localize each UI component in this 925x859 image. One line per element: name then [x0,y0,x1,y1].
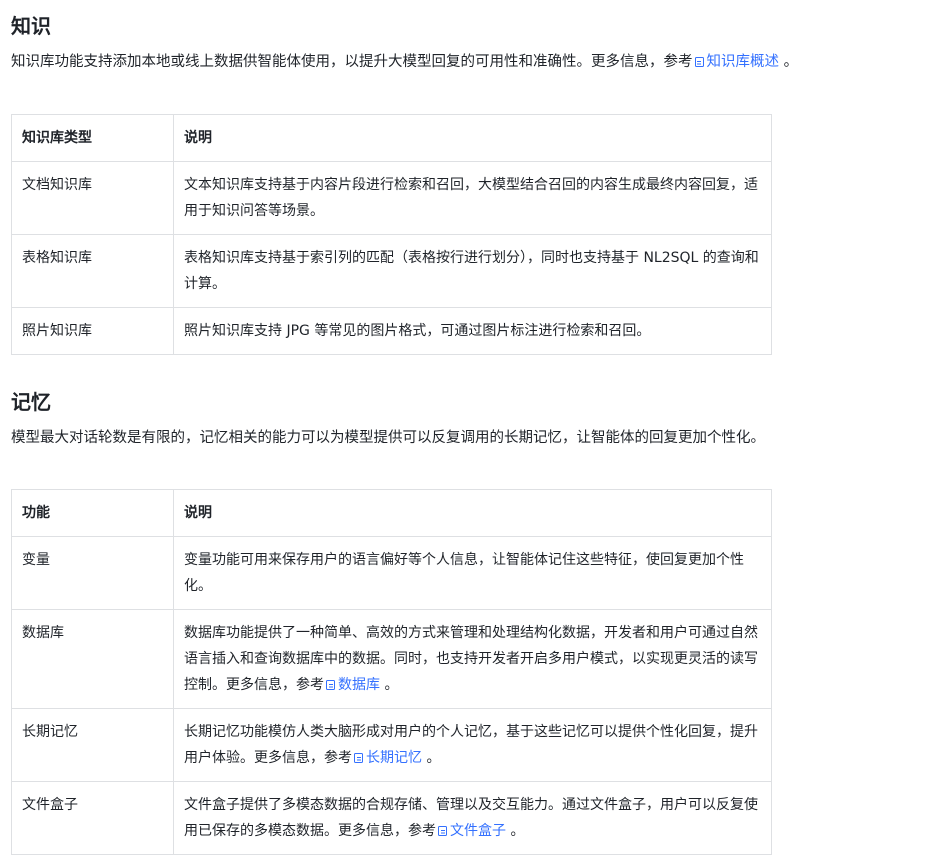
table-header-row: 知识库类型 说明 [11,114,772,162]
memory-section-title: 记忆 [11,390,51,414]
row-desc-suffix: 。 [422,750,441,766]
row-name-cell: 照片知识库 [11,307,174,355]
row-name-cell: 数据库 [11,609,174,709]
table-row: 长期记忆 长期记忆功能模仿人类大脑形成对用户的个人记忆，基于这些记忆可以提供个性… [11,708,772,782]
row-desc-text: 长期记忆功能模仿人类大脑形成对用户的个人记忆，基于这些记忆可以提供个性化回复，提… [184,724,758,766]
row-desc-suffix: 。 [506,823,525,839]
row-desc-cell: 文本知识库支持基于内容片段进行检索和召回，大模型结合召回的内容生成最终内容回复，… [173,161,772,235]
table-row: 表格知识库 表格知识库支持基于索引列的匹配（表格按行进行划分），同时也支持基于 … [11,234,772,308]
table-row: 变量 变量功能可用来保存用户的语言偏好等个人信息，让智能体记住这些特征，使回复更… [11,536,772,610]
table-header-cell: 功能 [11,489,174,537]
document-link-icon [694,57,704,67]
table-row: 文件盒子 文件盒子提供了多模态数据的合规存储、管理以及交互能力。通过文件盒子，用… [11,781,772,855]
table-header-row: 功能 说明 [11,489,772,537]
table-header-cell: 知识库类型 [11,114,174,162]
row-desc-cell: 表格知识库支持基于索引列的匹配（表格按行进行划分），同时也支持基于 NL2SQL… [173,234,772,308]
row-name-cell: 文档知识库 [11,161,174,235]
knowledge-overview-link[interactable]: 知识库概述 [693,54,780,70]
table-row: 照片知识库 照片知识库支持 JPG 等常见的图片格式，可通过图片标注进行检索和召… [11,307,772,355]
table-row: 文档知识库 文本知识库支持基于内容片段进行检索和召回，大模型结合召回的内容生成最… [11,161,772,235]
database-doc-link-label: 数据库 [338,677,380,693]
file-box-doc-link-label: 文件盒子 [450,823,506,839]
row-name-cell: 变量 [11,536,174,610]
document-link-icon [326,680,335,690]
row-desc-cell: 照片知识库支持 JPG 等常见的图片格式，可通过图片标注进行检索和召回。 [173,307,772,355]
row-name-cell: 表格知识库 [11,234,174,308]
row-desc-cell: 数据库功能提供了一种简单、高效的方式来管理和处理结构化数据，开发者和用户可通过自… [173,609,772,709]
knowledge-desc-suffix: 。 [779,54,799,70]
table-row: 数据库 数据库功能提供了一种简单、高效的方式来管理和处理结构化数据，开发者和用户… [11,609,772,709]
knowledge-desc-text: 知识库功能支持添加本地或线上数据供智能体使用，以提升大模型回复的可用性和准确性。… [11,54,693,70]
document-link-icon [354,753,363,763]
long-term-memory-doc-link[interactable]: 长期记忆 [352,750,422,766]
table-header-cell: 说明 [173,489,772,537]
knowledge-section-title: 知识 [11,14,51,38]
long-term-memory-doc-link-label: 长期记忆 [366,750,422,766]
row-desc-cell: 文件盒子提供了多模态数据的合规存储、管理以及交互能力。通过文件盒子，用户可以反复… [173,781,772,855]
row-desc-text: 数据库功能提供了一种简单、高效的方式来管理和处理结构化数据，开发者和用户可通过自… [184,625,758,693]
knowledge-section-description: 知识库功能支持添加本地或线上数据供智能体使用，以提升大模型回复的可用性和准确性。… [11,50,798,74]
knowledge-overview-link-label: 知识库概述 [706,54,780,70]
row-desc-cell: 变量功能可用来保存用户的语言偏好等个人信息，让智能体记住这些特征，使回复更加个性… [173,536,772,610]
knowledge-types-table: 知识库类型 说明 文档知识库 文本知识库支持基于内容片段进行检索和召回，大模型结… [11,114,772,355]
document-link-icon [438,826,447,836]
database-doc-link[interactable]: 数据库 [324,677,380,693]
row-desc-cell: 长期记忆功能模仿人类大脑形成对用户的个人记忆，基于这些记忆可以提供个性化回复，提… [173,708,772,782]
memory-section-description: 模型最大对话轮数是有限的，记忆相关的能力可以为模型提供可以反复调用的长期记忆，让… [11,430,765,446]
memory-features-table: 功能 说明 变量 变量功能可用来保存用户的语言偏好等个人信息，让智能体记住这些特… [11,489,772,855]
file-box-doc-link[interactable]: 文件盒子 [436,823,506,839]
row-name-cell: 文件盒子 [11,781,174,855]
table-header-cell: 说明 [173,114,772,162]
row-name-cell: 长期记忆 [11,708,174,782]
row-desc-suffix: 。 [380,677,399,693]
